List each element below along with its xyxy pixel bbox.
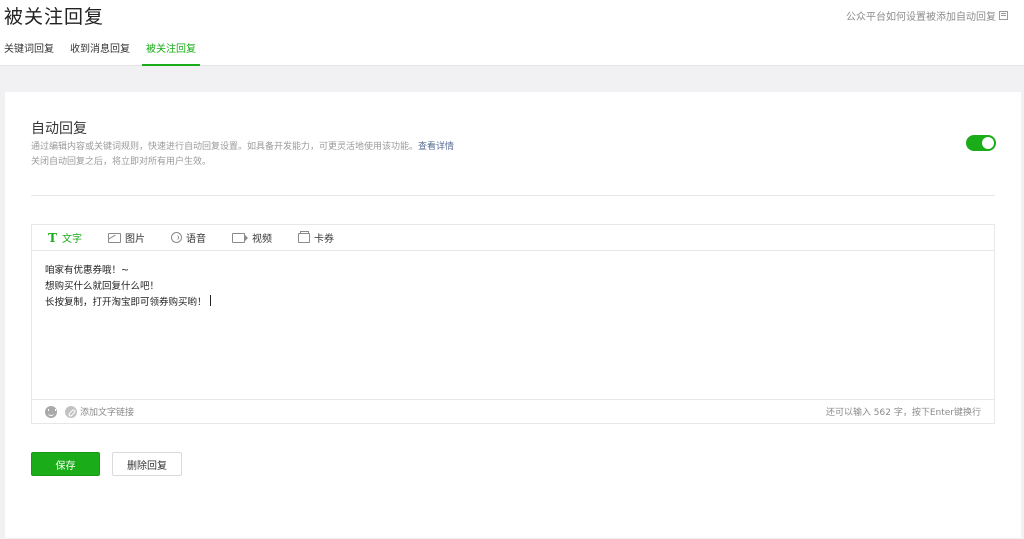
top-header: 被关注回复 公众平台如何设置被添加自动回复 关键词回复 收到消息回复 被关注回复 bbox=[0, 0, 1024, 66]
help-link-label[interactable]: 公众平台如何设置被添加自动回复 bbox=[846, 8, 996, 23]
content-line: 咱家有优惠券哦！~ bbox=[45, 265, 129, 276]
view-details-link[interactable]: 查看详情 bbox=[418, 142, 454, 152]
description-line-1: 通过编辑内容或关键词规则，快速进行自动回复设置。如具备开发能力，可更灵活地使用该… bbox=[31, 142, 419, 152]
toggle-knob bbox=[982, 137, 994, 149]
emoji-icon[interactable] bbox=[45, 405, 57, 418]
page-title: 被关注回复 bbox=[4, 6, 105, 28]
type-tab-label: 语音 bbox=[186, 234, 206, 245]
section-title: 自动回复 bbox=[31, 121, 87, 137]
text-icon: T bbox=[48, 230, 57, 245]
type-tab-card[interactable]: 卡券 bbox=[298, 230, 334, 245]
type-tab-image[interactable]: 图片 bbox=[108, 230, 145, 245]
message-type-tabs: T 文字 图片 语音 视频 卡券 bbox=[32, 225, 994, 251]
text-caret bbox=[209, 295, 211, 306]
divider bbox=[31, 195, 995, 196]
card-icon bbox=[298, 230, 310, 243]
type-tab-text[interactable]: T 文字 bbox=[48, 230, 82, 246]
delete-reply-button[interactable]: 删除回复 bbox=[112, 452, 182, 476]
image-icon bbox=[108, 232, 121, 243]
add-text-link[interactable]: 添加文字链接 bbox=[80, 405, 134, 418]
type-tab-voice[interactable]: 语音 bbox=[171, 230, 206, 245]
reply-tabs: 关键词回复 收到消息回复 被关注回复 bbox=[0, 42, 1024, 66]
tab-follow-reply[interactable]: 被关注回复 bbox=[142, 42, 200, 66]
document-icon[interactable] bbox=[999, 11, 1008, 20]
help-link[interactable]: 公众平台如何设置被添加自动回复 bbox=[846, 8, 1008, 23]
tab-message-reply[interactable]: 收到消息回复 bbox=[66, 42, 134, 66]
type-tab-video[interactable]: 视频 bbox=[232, 230, 272, 245]
section-description: 通过编辑内容或关键词规则，快速进行自动回复设置。如具备开发能力，可更灵活地使用该… bbox=[31, 140, 454, 170]
reply-editor: T 文字 图片 语音 视频 卡券 咱家有优惠券哦！~ 想购买什么就回复什么吧！ bbox=[31, 224, 995, 424]
save-button[interactable]: 保存 bbox=[31, 452, 100, 476]
character-counter: 还可以输入 562 字，按下Enter键换行 bbox=[825, 408, 981, 418]
tab-keyword-reply[interactable]: 关键词回复 bbox=[0, 42, 58, 66]
type-tab-label: 卡券 bbox=[314, 234, 334, 245]
video-icon bbox=[232, 232, 248, 243]
content-line: 长按复制，打开淘宝即可领券购买哟！ bbox=[45, 297, 207, 308]
auto-reply-panel: 自动回复 通过编辑内容或关键词规则，快速进行自动回复设置。如具备开发能力，可更灵… bbox=[5, 92, 1021, 538]
description-line-2: 关闭自动回复之后，将立即对所有用户生效。 bbox=[31, 157, 212, 167]
content-line: 想购买什么就回复什么吧！ bbox=[45, 281, 160, 292]
link-icon[interactable] bbox=[65, 405, 77, 418]
reply-text-area[interactable]: 咱家有优惠券哦！~ 想购买什么就回复什么吧！ 长按复制，打开淘宝即可领券购买哟！ bbox=[32, 251, 994, 399]
voice-icon bbox=[171, 232, 182, 243]
type-tab-label: 文字 bbox=[62, 234, 82, 245]
type-tab-label: 视频 bbox=[252, 234, 272, 245]
auto-reply-toggle[interactable] bbox=[966, 135, 996, 151]
editor-footer: 添加文字链接 还可以输入 562 字，按下Enter键换行 bbox=[32, 399, 994, 423]
type-tab-label: 图片 bbox=[125, 234, 145, 245]
